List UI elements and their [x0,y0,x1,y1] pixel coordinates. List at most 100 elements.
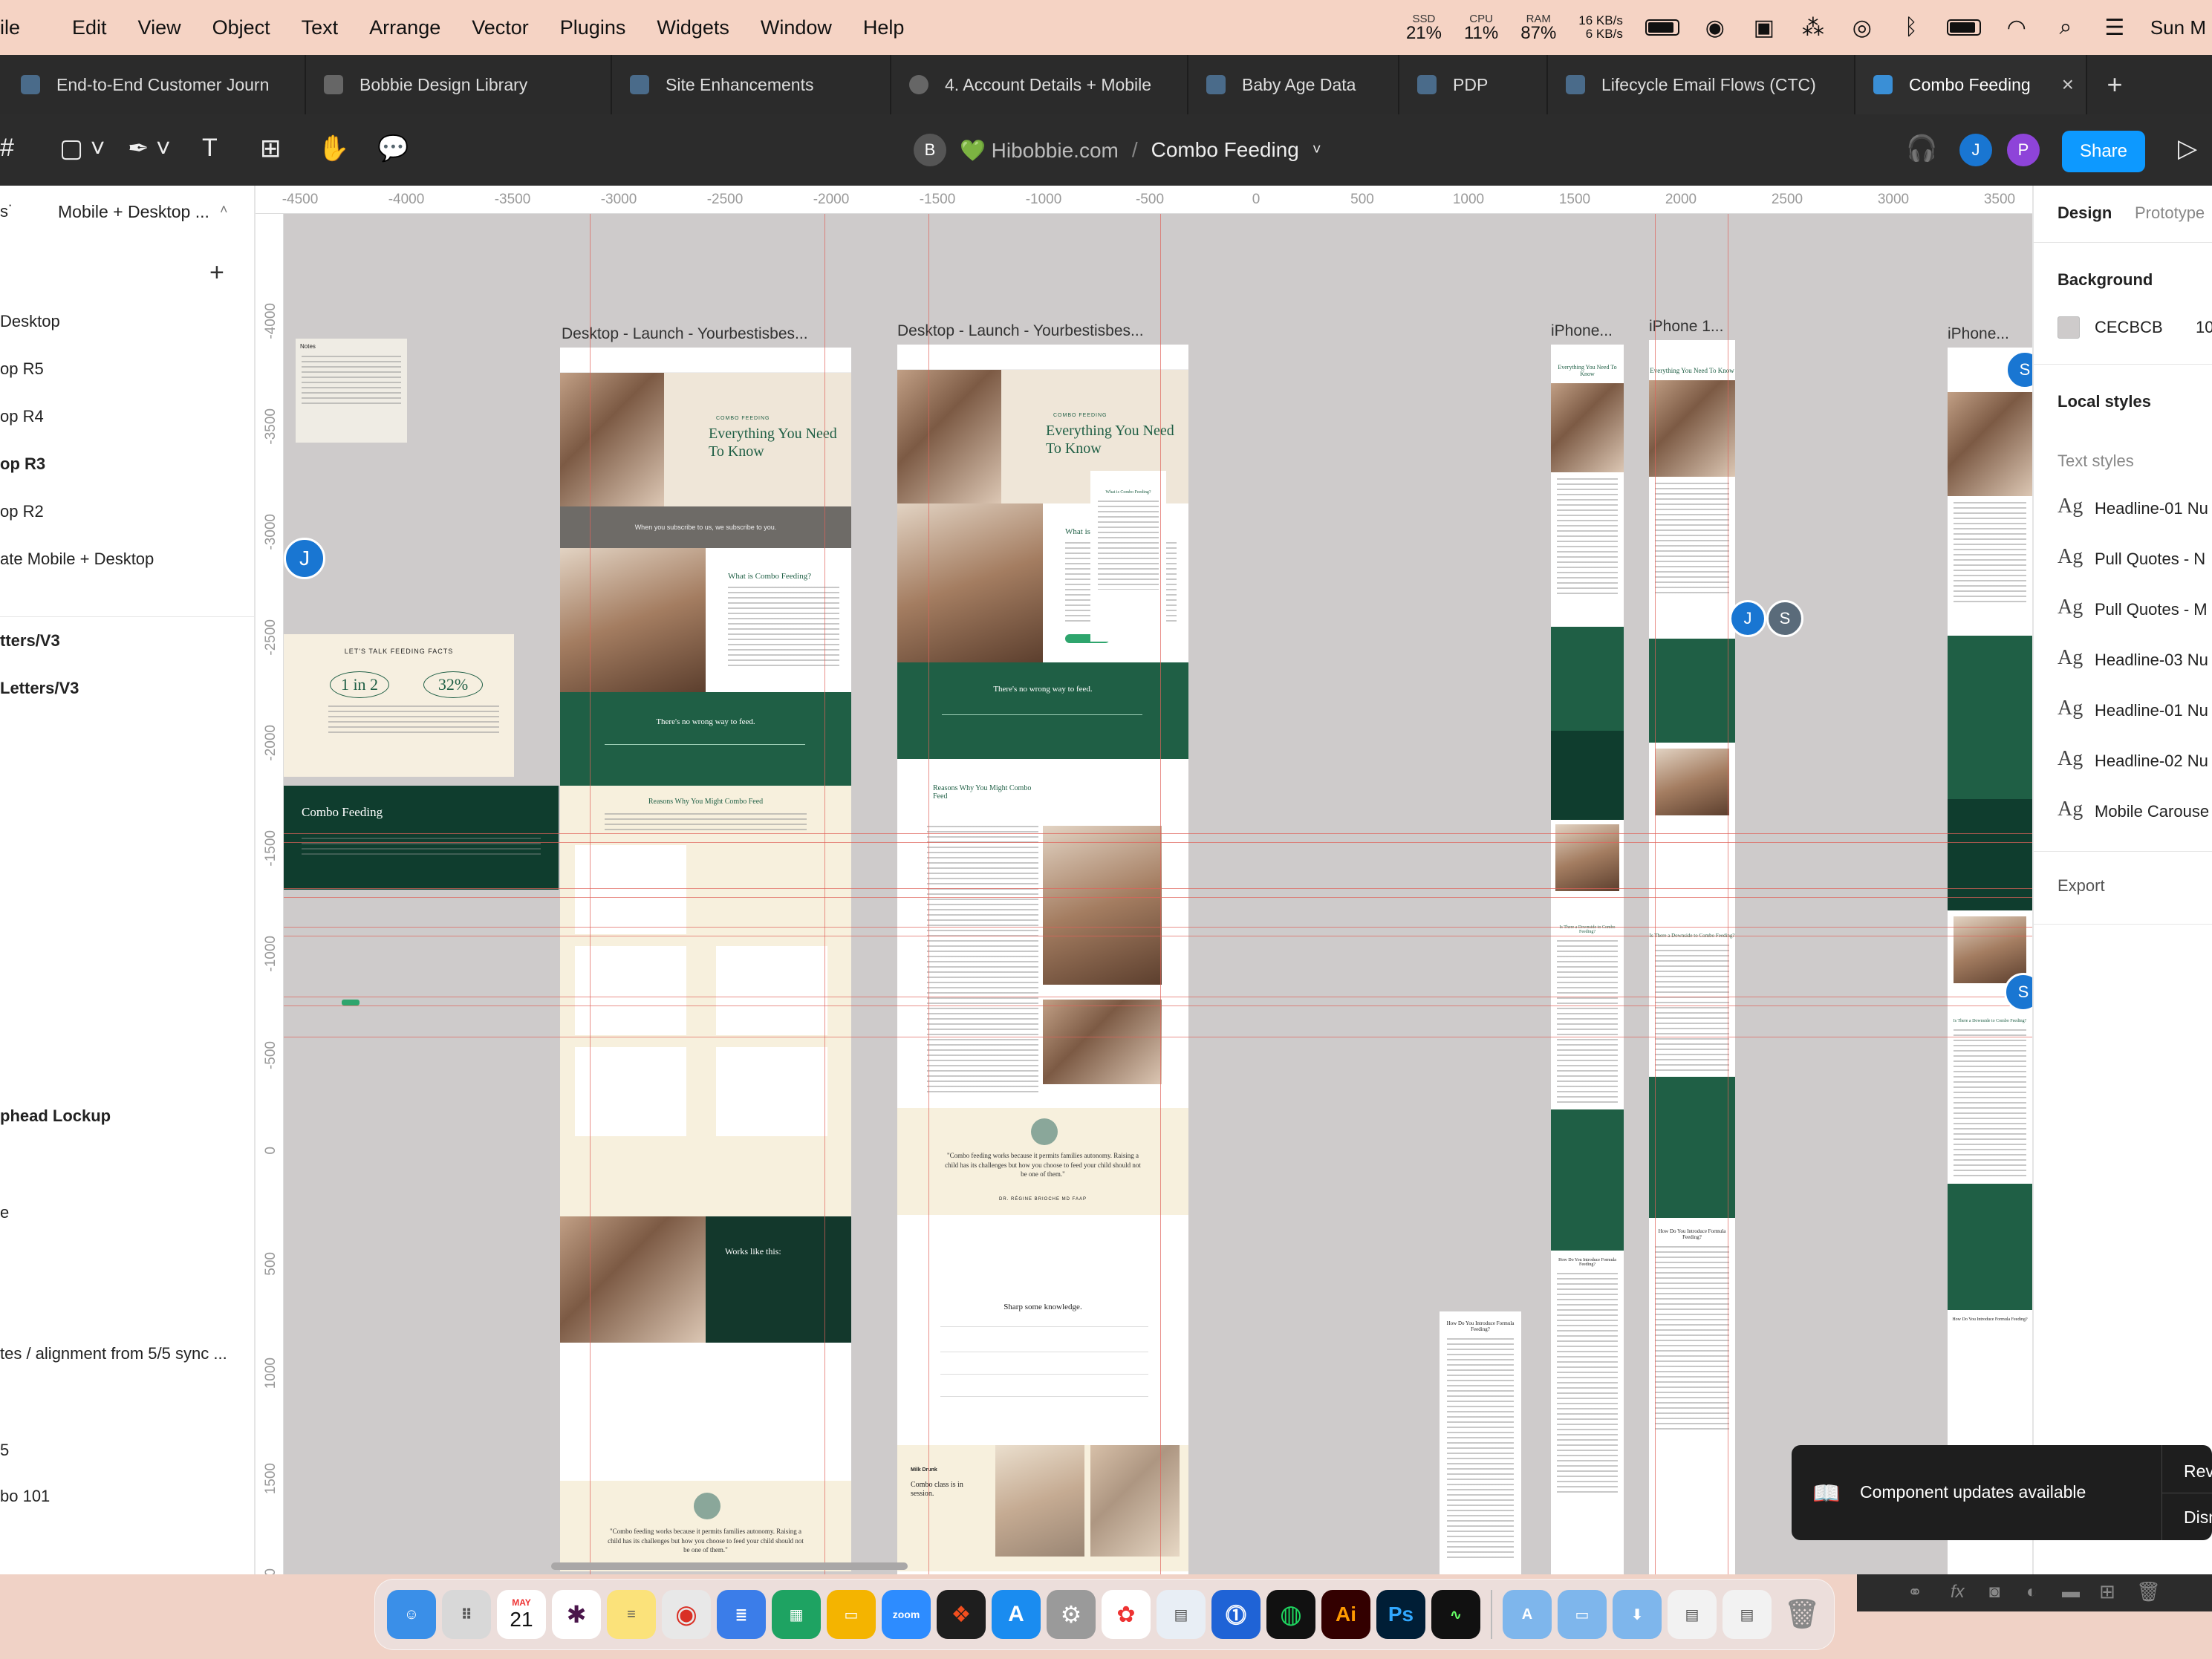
canvas-scrollbar[interactable] [551,1562,908,1570]
figma-icon[interactable]: ❖ [937,1590,986,1639]
page-item[interactable]: phead Lockup [0,1106,111,1126]
pen-tool-icon[interactable]: ✒ ˅ [128,134,171,163]
frame-label-desktop-2[interactable]: Desktop - Launch - Yourbestisbes... [897,322,1144,340]
google-slides-icon[interactable]: ▭ [827,1590,876,1639]
project-name[interactable]: 💚 Hibobbie.com [960,138,1119,163]
page-selector[interactable]: Mobile + Desktop ... [58,202,209,222]
share-button[interactable]: Share [2062,131,2145,172]
app-status-icon[interactable]: ▣ [1751,15,1777,41]
text-style-item[interactable]: Pull Quotes - M [2095,600,2208,619]
creative-cloud-icon[interactable]: ◉ [1702,15,1728,41]
tab-combo-feeding[interactable]: Combo Feeding × [1855,55,2087,114]
bluetooth-icon[interactable]: ᛒ [1898,15,1925,40]
collaborator-avatar-p[interactable]: P [2007,134,2040,166]
folder-icon[interactable]: ▬ [2062,1582,2080,1603]
tab-baby-age-data[interactable]: Baby Age Data [1188,55,1399,114]
page-item[interactable]: e [0,1203,9,1222]
ruler-vertical[interactable]: -4000 -3500 -3000 -2500 -2000 -1500 -1000 -500 0… [256,214,284,1574]
menu-edit[interactable]: Edit [72,16,107,39]
close-icon[interactable]: × [2062,73,2074,97]
craft-icon[interactable]: ✿ [1102,1590,1151,1639]
components-icon[interactable]: ⊞ [260,134,282,163]
wifi-icon[interactable]: ◠ [2003,15,2030,41]
chrome-icon[interactable]: ◉ [662,1590,711,1639]
app-store-icon[interactable]: A [992,1590,1041,1639]
notes-frame[interactable]: Notes [296,339,407,443]
desktop-frame-1[interactable]: COMBO FEEDING Everything You Need To Kno… [560,348,851,1571]
tab-lifecycle-email[interactable]: Lifecycle Email Flows (CTC) [1548,55,1855,114]
formula-snippet-frame[interactable]: How Do You Introduce Formula Feeding? [1440,1311,1521,1574]
chevron-down-icon[interactable]: ˅ [1312,142,1321,159]
text-style-item[interactable]: Headline-01 Nu [2095,499,2208,518]
search-icon[interactable]: ⌕ [2052,15,2079,40]
tab-design[interactable]: Design [2058,203,2112,223]
menu-object[interactable]: Object [212,16,270,39]
finder-icon[interactable]: ☺ [387,1590,436,1639]
tab-site-enhancements[interactable]: Site Enhancements [612,55,891,114]
page-item[interactable]: bo 101 [0,1487,50,1506]
menu-help[interactable]: Help [863,16,905,39]
battery-icon[interactable] [1645,19,1679,36]
notes-icon[interactable]: ≡ [607,1590,656,1639]
link-icon[interactable]: ⚭ [1907,1582,1922,1603]
frame-label-iphone-3[interactable]: iPhone... [1948,325,2009,343]
frame-label-iphone-2[interactable]: iPhone 1... [1649,318,1723,336]
recent-file-icon[interactable]: ▤ [1723,1590,1772,1639]
text-style-item[interactable]: Headline-02 Nu [2095,752,2208,771]
page-item[interactable]: tes / alignment from 5/5 sync ... [0,1344,227,1363]
launchpad-icon[interactable]: ⠿ [442,1590,491,1639]
page-item[interactable]: tters/V3 [0,631,60,651]
cursor-avatar-j[interactable]: J [284,538,325,579]
add-tab-button[interactable]: + [2087,55,2142,114]
page-item[interactable]: op R4 [0,407,44,426]
network-stat[interactable]: 16 KB/s 6 KB/s [1578,14,1623,41]
clock[interactable]: Sun M [2150,16,2206,39]
downloads-folder-icon[interactable]: ⬇ [1613,1590,1662,1639]
panel-tab-fragment[interactable]: s˙ [0,202,13,221]
menu-arrange[interactable]: Arrange [369,16,440,39]
cpu-stat[interactable]: CPU 11% [1464,13,1498,42]
zoom-icon[interactable]: zoom [882,1590,931,1639]
page-item[interactable]: Desktop [0,312,60,331]
photoshop-icon[interactable]: Ps [1376,1590,1425,1639]
menu-text[interactable]: Text [302,16,339,39]
shape-tool-icon[interactable]: ▢ ˅ [59,134,105,163]
file-name[interactable]: Combo Feeding [1151,138,1299,162]
system-settings-icon[interactable]: ⚙ [1047,1590,1096,1639]
airdrop-icon[interactable]: ◎ [1849,15,1876,41]
page-item[interactable]: op R2 [0,502,44,521]
applications-folder-icon[interactable]: A [1503,1590,1552,1639]
present-play-icon[interactable]: ▷ [2178,134,2197,163]
page-item[interactable]: ate Mobile + Desktop [0,550,154,569]
background-hex[interactable]: CECBCB [2095,318,2163,337]
combo-feeding-card[interactable]: Combo Feeding [284,786,559,890]
dots-icon[interactable]: ⁂ [1800,15,1826,41]
text-style-item[interactable]: Headline-01 Nu [2095,701,2208,720]
tab-account-details[interactable]: 4. Account Details + Mobile [891,55,1188,114]
mobile-snippet-frame[interactable]: What is Combo Feeding? [1090,471,1166,642]
collaborator-avatar-j[interactable]: J [1959,134,1992,166]
menu-file[interactable]: ile [0,16,20,39]
cursor-avatar-s[interactable]: S [1766,600,1803,637]
iphone-frame-1[interactable]: Everything You Need To Know Is There a D… [1551,345,1624,1574]
design-canvas[interactable]: Notes LET'S TALK FEEDING FACTS 1 in 2 32… [284,214,2032,1574]
ram-stat[interactable]: RAM 87% [1520,13,1556,42]
page-item[interactable]: op R3 [0,454,45,474]
hand-tool-icon[interactable]: ✋ [318,134,349,163]
feeding-facts-frame[interactable]: LET'S TALK FEEDING FACTS 1 in 2 32% [284,634,514,777]
menu-window[interactable]: Window [761,16,832,39]
add-icon[interactable]: ⊞ [2099,1580,2115,1603]
illustrator-icon[interactable]: Ai [1321,1590,1370,1639]
page-item[interactable]: 5 [0,1441,9,1460]
ssd-stat[interactable]: SSD 21% [1406,13,1442,42]
background-swatch[interactable] [2058,316,2080,339]
slack-icon[interactable]: ✱ [552,1590,601,1639]
chevron-up-icon[interactable]: ˄ [220,202,228,218]
team-avatar[interactable]: B [914,134,946,166]
ruler-horizontal[interactable]: -4500 -4000 -3500 -3000 -2500 -2000 -1500 -1000… [256,186,2032,214]
preview-icon[interactable]: ▤ [1157,1590,1206,1639]
control-center-icon[interactable]: ☰ [2101,15,2128,41]
tab-pdp[interactable]: PDP [1399,55,1548,114]
add-page-icon[interactable]: + [209,258,224,287]
text-style-item[interactable]: Mobile Carouse [2095,802,2209,821]
